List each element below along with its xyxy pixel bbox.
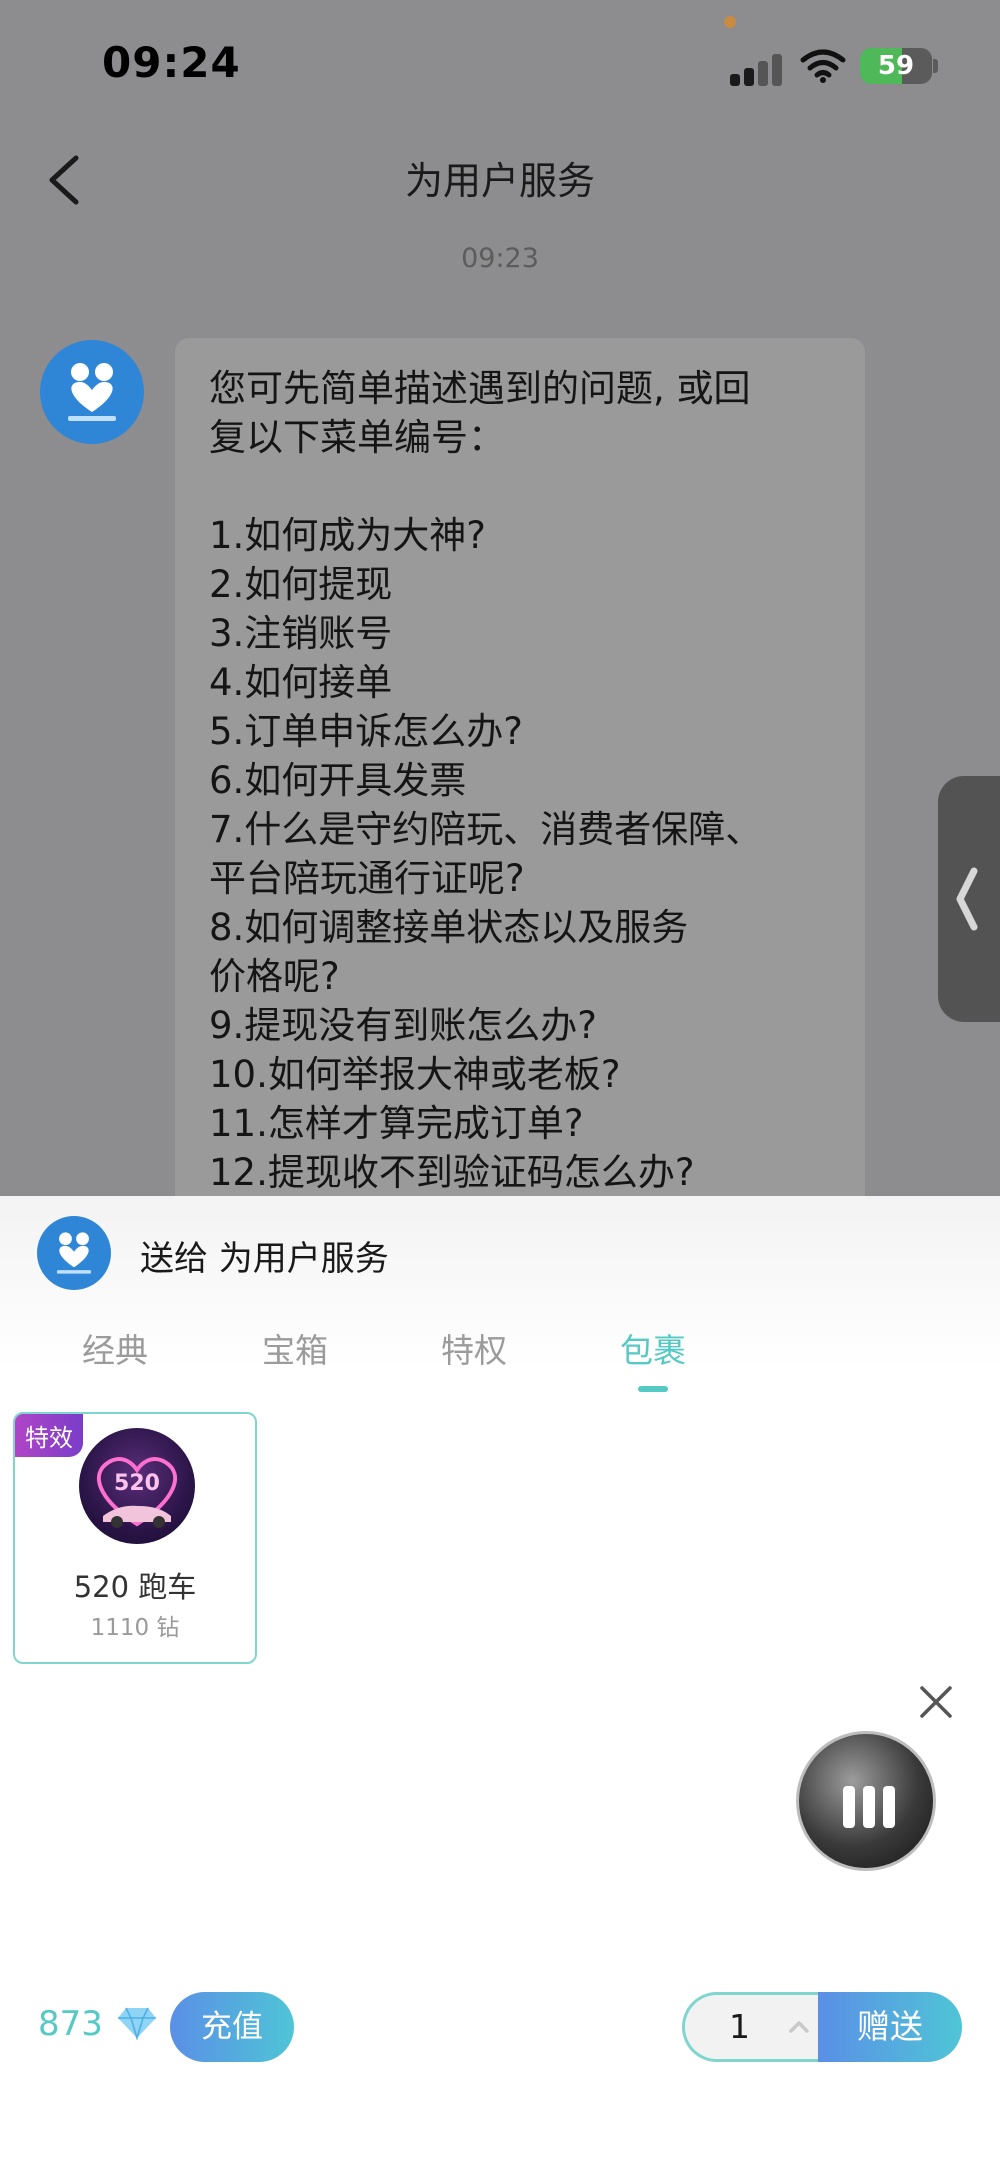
message-timestamp: 09:23 xyxy=(461,243,539,274)
recharge-button[interactable]: 充值 xyxy=(170,1992,294,2062)
diamond-balance: 873 xyxy=(38,2004,103,2044)
gift-panel: 送给 为用户服务 经典 宝箱 特权 包裹 520 特效 520 跑车 1110 … xyxy=(0,1196,1000,2165)
gift-price: 1110 钻 xyxy=(90,1615,180,1641)
message-line: 12.提现收不到验证码怎么办? xyxy=(209,1151,695,1194)
message-line: 价格呢? xyxy=(209,955,340,998)
tab-indicator xyxy=(638,1386,668,1392)
page-title: 为用户服务 xyxy=(404,159,595,203)
battery-icon: 59 xyxy=(860,48,932,84)
pause-icon-bar xyxy=(883,1786,895,1828)
gift-item[interactable]: 520 特效 520 跑车 1110 钻 xyxy=(13,1412,257,1664)
chevron-up-icon[interactable] xyxy=(779,2007,819,2047)
sports-car-gift-icon: 520 xyxy=(79,1428,195,1544)
gift-name: 520 跑车 xyxy=(73,1570,197,1604)
recipient-avatar xyxy=(37,1216,111,1290)
pause-icon-bar xyxy=(863,1786,875,1828)
diamond-icon xyxy=(118,2007,156,2040)
battery-level: 59 xyxy=(877,51,915,81)
pause-icon xyxy=(843,1786,855,1828)
signal-icon xyxy=(730,50,784,86)
message-line: 平台陪玩通行证呢? xyxy=(209,857,525,900)
message-line: 7.什么是守约陪玩、消费者保障、 xyxy=(209,808,763,851)
give-button[interactable]: 赠送 xyxy=(818,1992,962,2062)
message-line: 4.如何接单 xyxy=(209,661,393,704)
status-bar: 09:24 59 xyxy=(0,0,1000,130)
message-line xyxy=(209,462,831,511)
send-to-label: 送给 为用户服务 xyxy=(140,1239,389,1279)
battery-tip xyxy=(933,59,938,73)
tab-treasure-box[interactable]: 宝箱 xyxy=(262,1324,328,1372)
message-line: 复以下菜单编号： xyxy=(209,416,505,459)
effect-badge: 特效 xyxy=(15,1414,83,1457)
message-line: 10.如何举报大神或老板? xyxy=(209,1053,621,1096)
message-bubble: 您可先简单描述遇到的问题, 或回 复以下菜单编号： 1.如何成为大神? 2.如何提现 3… xyxy=(175,338,865,1196)
message-line: 2.如何提现 xyxy=(209,563,393,606)
tab-package[interactable]: 包裹 xyxy=(620,1324,686,1372)
message-line: 3.注销账号 xyxy=(209,612,393,655)
status-time: 09:24 xyxy=(102,38,241,87)
quantity-value: 1 xyxy=(729,2007,750,2046)
chat-screen: 09:24 59 为用户服务 09:23 您可先简单描述遇到的问题, 或回 复以… xyxy=(0,0,1000,1196)
side-drawer-handle[interactable] xyxy=(938,776,1000,1022)
service-logo-icon xyxy=(38,1217,110,1289)
message-line: 6.如何开具发票 xyxy=(209,759,467,802)
wifi-icon xyxy=(800,49,846,83)
message-line: 8.如何调整接单状态以及服务 xyxy=(209,906,689,949)
mini-player[interactable] xyxy=(796,1731,936,1871)
message-line: 11.怎样才算完成订单? xyxy=(209,1102,584,1145)
message-line: 9.提现没有到账怎么办? xyxy=(209,1004,597,1047)
svg-text:520: 520 xyxy=(114,1471,160,1496)
close-icon[interactable] xyxy=(916,1682,956,1722)
tab-privilege[interactable]: 特权 xyxy=(441,1324,507,1372)
message-line: 您可先简单描述遇到的问题, 或回 xyxy=(209,367,751,410)
chevron-left-icon xyxy=(956,867,978,931)
tab-classic[interactable]: 经典 xyxy=(82,1324,148,1372)
service-logo-icon xyxy=(42,342,142,442)
camera-indicator xyxy=(724,16,736,28)
message-line: 5.订单申诉怎么办? xyxy=(209,710,523,753)
message-line: 1.如何成为大神? xyxy=(209,514,486,557)
service-avatar[interactable] xyxy=(40,340,144,444)
